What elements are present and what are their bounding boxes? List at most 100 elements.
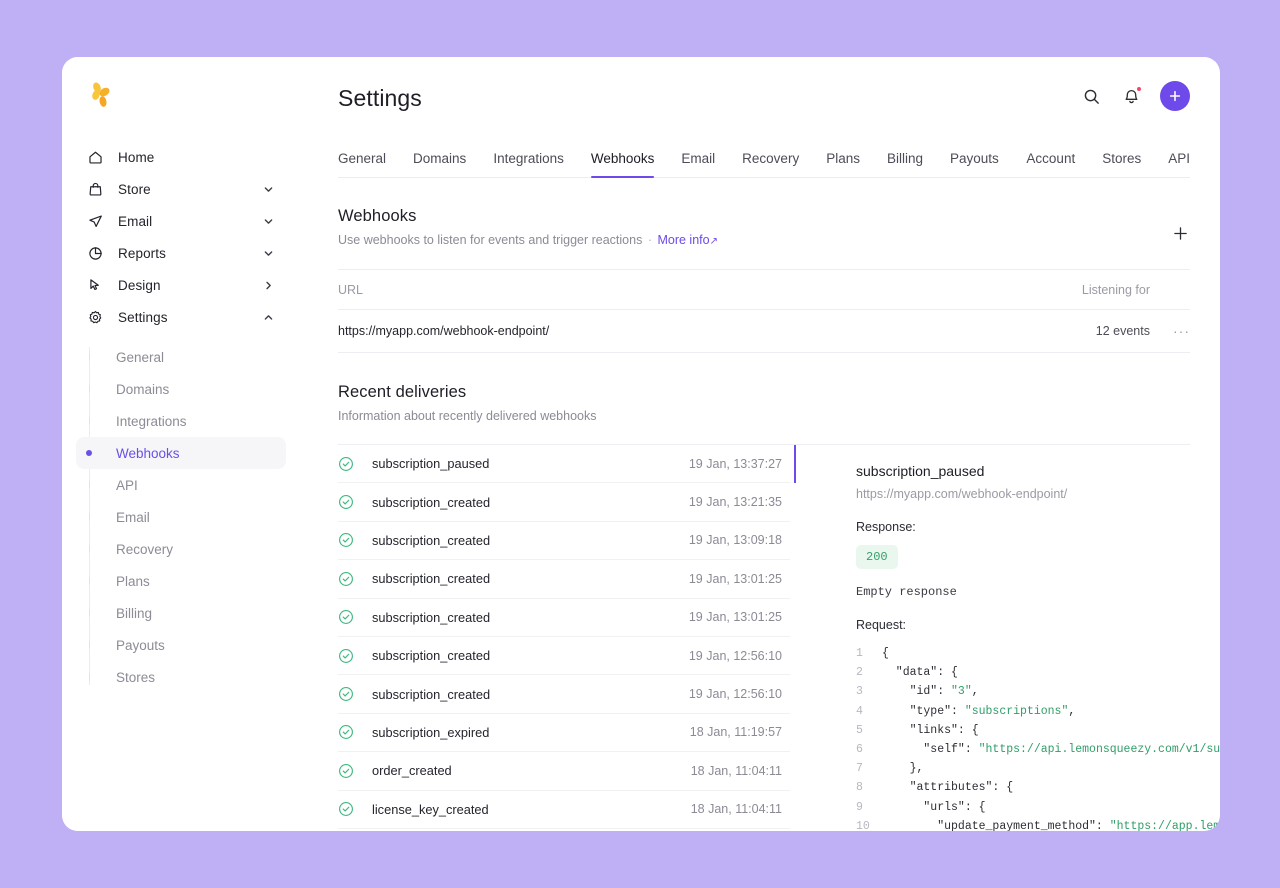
more-info-label: More info — [657, 233, 709, 247]
sidebar-item-label: Email — [118, 214, 249, 229]
sidebar-item-plans[interactable]: Plans — [76, 565, 286, 597]
tab-api[interactable]: API — [1168, 151, 1190, 177]
list-item[interactable]: subscription_created 19 Jan, 12:56:10 — [338, 675, 790, 713]
chevron-up-icon — [263, 312, 274, 323]
recent-deliveries-subtitle: Information about recently delivered web… — [338, 409, 1190, 423]
list-item[interactable]: order_created 18 Jan, 11:04:11 — [338, 752, 790, 790]
sidebar-subitem-label: Email — [116, 510, 150, 525]
bell-icon[interactable] — [1120, 85, 1142, 107]
code-text: "type": "subscriptions", — [882, 702, 1075, 721]
code-text: { — [882, 644, 889, 663]
sidebar-item-settings[interactable]: Settings — [76, 301, 286, 333]
code-text: "links": { — [882, 721, 979, 740]
recent-deliveries-header: Recent deliveries Information about rece… — [338, 353, 1190, 423]
sidebar-item-api[interactable]: API — [76, 469, 286, 501]
app-window: Home Store Email — [62, 57, 1220, 831]
sidebar-item-recovery[interactable]: Recovery — [76, 533, 286, 565]
list-item[interactable]: subscription_paused 19 Jan, 13:37:27 — [338, 445, 790, 483]
check-circle-icon — [338, 609, 372, 625]
add-button[interactable] — [1160, 81, 1190, 111]
table-row[interactable]: https://myapp.com/webhook-endpoint/ 12 e… — [338, 309, 1190, 353]
check-circle-icon — [338, 801, 372, 817]
recent-deliveries-body: subscription_paused 19 Jan, 13:37:27 sub… — [338, 444, 1190, 831]
sidebar-subitem-label: Billing — [116, 606, 152, 621]
request-label: Request: — [856, 618, 1220, 632]
recent-deliveries-title: Recent deliveries — [338, 383, 1190, 402]
list-item[interactable]: subscription_created 19 Jan, 13:01:25 — [338, 560, 790, 598]
sidebar-item-payouts[interactable]: Payouts — [76, 629, 286, 661]
code-line: 10 "update_payment_method": "https://app… — [856, 817, 1220, 831]
delivery-timestamp: 19 Jan, 13:01:25 — [689, 610, 790, 624]
list-item[interactable]: subscription_created 19 Jan, 13:09:18 — [338, 522, 790, 560]
sidebar-item-reports[interactable]: Reports — [76, 237, 286, 269]
sidebar-item-label: Reports — [118, 246, 249, 261]
sidebar-item-integrations[interactable]: Integrations — [76, 405, 286, 437]
gear-icon — [86, 308, 104, 326]
sidebar-subitem-label: Plans — [116, 574, 150, 589]
list-item[interactable]: subscription_created 19 Jan, 13:01:25 — [338, 599, 790, 637]
sidebar-item-email[interactable]: Email — [76, 205, 286, 237]
code-line: 6 "self": "https://api.lemonsqueezy.com/… — [856, 740, 1220, 759]
delivery-event-name: subscription_created — [372, 533, 689, 548]
tab-webhooks[interactable]: Webhooks — [591, 151, 655, 177]
row-menu-icon[interactable]: ··· — [1150, 323, 1190, 339]
external-link-arrow-icon: ↗ — [710, 236, 718, 247]
tab-recovery[interactable]: Recovery — [742, 151, 799, 177]
sidebar-subitem-label: Recovery — [116, 542, 173, 557]
sidebar-item-label: Store — [118, 182, 249, 197]
tab-billing[interactable]: Billing — [887, 151, 923, 177]
list-item[interactable]: subscription_expired 18 Jan, 11:19:57 — [338, 714, 790, 752]
sidebar-item-webhooks[interactable]: Webhooks — [76, 437, 286, 469]
delivery-timestamp: 19 Jan, 12:56:10 — [689, 687, 790, 701]
request-code-block: 1{2 "data": {3 "id": "3",4 "type": "subs… — [856, 644, 1220, 831]
tab-payouts[interactable]: Payouts — [950, 151, 999, 177]
tab-general[interactable]: General — [338, 151, 386, 177]
sidebar-item-design[interactable]: Design — [76, 269, 286, 301]
delivery-event-name: license_key_created — [372, 802, 691, 817]
delivery-timestamp: 19 Jan, 13:09:18 — [689, 533, 790, 547]
webhook-events-count: 12 events — [1030, 324, 1150, 338]
page-header: Settings — [300, 57, 1220, 112]
delivery-event-name: subscription_created — [372, 648, 689, 663]
sidebar-item-general[interactable]: General — [76, 341, 286, 373]
sidebar-item-billing[interactable]: Billing — [76, 597, 286, 629]
tab-plans[interactable]: Plans — [826, 151, 860, 177]
delivery-event-name: subscription_created — [372, 610, 689, 625]
webhooks-subtitle: Use webhooks to listen for events and tr… — [338, 233, 718, 247]
line-number: 8 — [856, 778, 882, 797]
list-item[interactable]: subscription_created 19 Jan, 12:56:10 — [338, 637, 790, 675]
delivery-event-name: order_created — [372, 763, 691, 778]
sidebar-subitem-label: Integrations — [116, 414, 187, 429]
add-webhook-button[interactable] — [1170, 223, 1190, 243]
check-circle-icon — [338, 532, 372, 548]
code-text: "attributes": { — [882, 778, 1013, 797]
sidebar-subitem-label: API — [116, 478, 138, 493]
webhooks-subtitle-text: Use webhooks to listen for events and tr… — [338, 233, 642, 247]
tab-domains[interactable]: Domains — [413, 151, 466, 177]
tab-integrations[interactable]: Integrations — [493, 151, 564, 177]
tab-account[interactable]: Account — [1026, 151, 1075, 177]
sidebar-item-domains[interactable]: Domains — [76, 373, 286, 405]
line-number: 1 — [856, 644, 882, 663]
search-icon[interactable] — [1080, 85, 1102, 107]
tab-email[interactable]: Email — [681, 151, 715, 177]
sidebar-item-stores[interactable]: Stores — [76, 661, 286, 693]
tab-stores[interactable]: Stores — [1102, 151, 1141, 177]
sidebar: Home Store Email — [62, 57, 300, 831]
send-icon — [86, 212, 104, 230]
sidebar-subitem-label: Webhooks — [116, 446, 180, 461]
app-logo[interactable] — [62, 57, 300, 133]
line-number: 10 — [856, 817, 882, 831]
delivery-timestamp: 19 Jan, 13:37:27 — [689, 457, 790, 471]
lemon-logo-icon — [88, 80, 114, 110]
notification-dot — [1136, 86, 1142, 92]
code-text: "data": { — [882, 663, 958, 682]
sidebar-item-home[interactable]: Home — [76, 141, 286, 173]
sidebar-item-store[interactable]: Store — [76, 173, 286, 205]
sidebar-item-email[interactable]: Email — [76, 501, 286, 533]
more-info-link[interactable]: More info↗ — [657, 233, 718, 247]
primary-nav: Home Store Email — [62, 133, 300, 333]
list-item[interactable]: license_key_created 18 Jan, 11:04:11 — [338, 791, 790, 829]
list-item[interactable]: subscription_created 19 Jan, 13:21:35 — [338, 483, 790, 521]
webhooks-section: Webhooks Use webhooks to listen for even… — [300, 178, 1220, 831]
